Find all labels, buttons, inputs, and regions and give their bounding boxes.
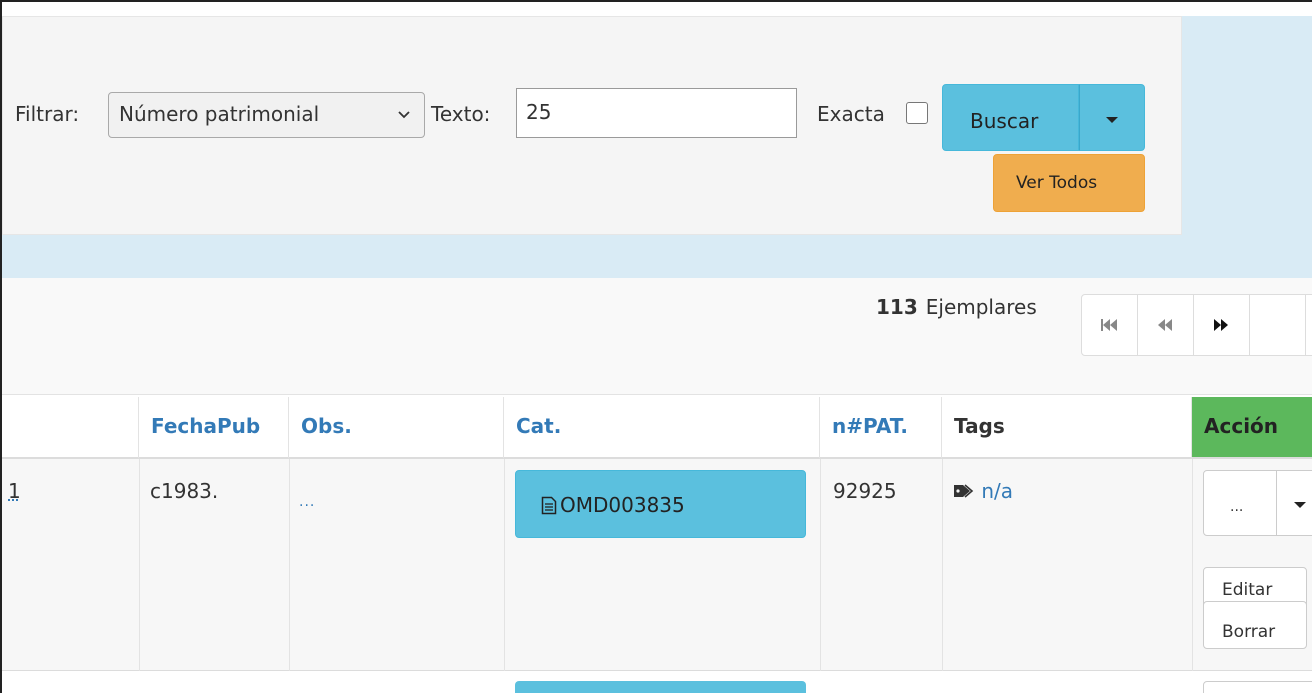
pagination	[1081, 294, 1312, 356]
results-count-number: 113	[876, 295, 918, 319]
tag-icon	[954, 484, 974, 498]
forward-icon	[1214, 319, 1228, 331]
catalog-button[interactable]: OMD003835	[515, 470, 806, 538]
column-divider	[504, 459, 505, 693]
exact-label: Exacta	[817, 102, 885, 126]
column-header-obs[interactable]: Obs.	[289, 397, 504, 459]
catalog-code: OMD003835	[560, 493, 685, 517]
column-header-cat[interactable]: Cat.	[504, 397, 820, 459]
prev-page-button[interactable]	[1138, 295, 1194, 355]
filter-panel: Filtrar: Número patrimonial Texto: 25 Ex…	[2, 16, 1182, 235]
results-count-label: Ejemplares	[925, 295, 1037, 319]
column-divider	[139, 459, 140, 693]
file-text-icon	[541, 496, 557, 515]
column-divider	[1192, 459, 1193, 693]
backward-icon	[1158, 319, 1172, 331]
filter-select-value: Número patrimonial	[119, 102, 320, 126]
delete-button[interactable]: Borrar	[1203, 601, 1307, 649]
chevron-down-icon	[398, 111, 410, 119]
text-label: Texto:	[431, 102, 491, 126]
caret-down-icon	[1106, 117, 1118, 123]
column-header-accion: Acción	[1192, 397, 1312, 459]
column-divider	[820, 459, 821, 693]
first-page-button[interactable]	[1082, 295, 1138, 355]
column-header-partial	[2, 397, 139, 459]
caret-down-icon	[1294, 502, 1306, 508]
column-header-tags: Tags	[942, 397, 1192, 459]
action-separator	[1276, 471, 1277, 535]
column-header-npat[interactable]: n#PAT.	[820, 397, 942, 459]
next-page-button[interactable]	[1194, 295, 1250, 355]
obs-link[interactable]: ...	[299, 494, 315, 510]
tags-cell: n/a	[953, 479, 1013, 503]
last-page-button[interactable]	[1250, 295, 1306, 355]
row-partial-value[interactable]: 1	[8, 479, 21, 503]
catalog-button[interactable]	[515, 681, 806, 693]
column-divider	[942, 459, 943, 693]
action-dropdown[interactable]: ...	[1203, 470, 1312, 536]
column-divider	[289, 459, 290, 693]
search-dropdown-toggle[interactable]	[1079, 84, 1145, 151]
npat-value: 92925	[833, 479, 897, 503]
search-text-value: 25	[526, 100, 552, 124]
app-frame: Filtrar: Número patrimonial Texto: 25 Ex…	[0, 0, 1312, 693]
search-text-input[interactable]: 25	[516, 88, 797, 138]
column-header-fechapub[interactable]: FechaPub	[139, 397, 289, 459]
results-count: 113 Ejemplares	[876, 295, 1037, 319]
show-all-button[interactable]: Ver Todos	[993, 154, 1145, 212]
filter-label: Filtrar:	[15, 102, 80, 126]
action-more-button[interactable]: ...	[1230, 499, 1243, 515]
fast-backward-icon	[1101, 319, 1117, 331]
fechapub-value: c1983.	[150, 479, 219, 503]
exact-checkbox[interactable]	[906, 102, 928, 124]
action-dropdown[interactable]	[1203, 681, 1312, 693]
tag-link[interactable]: n/a	[981, 479, 1013, 503]
search-button[interactable]: Buscar	[942, 84, 1079, 151]
filter-select[interactable]: Número patrimonial	[108, 92, 425, 138]
